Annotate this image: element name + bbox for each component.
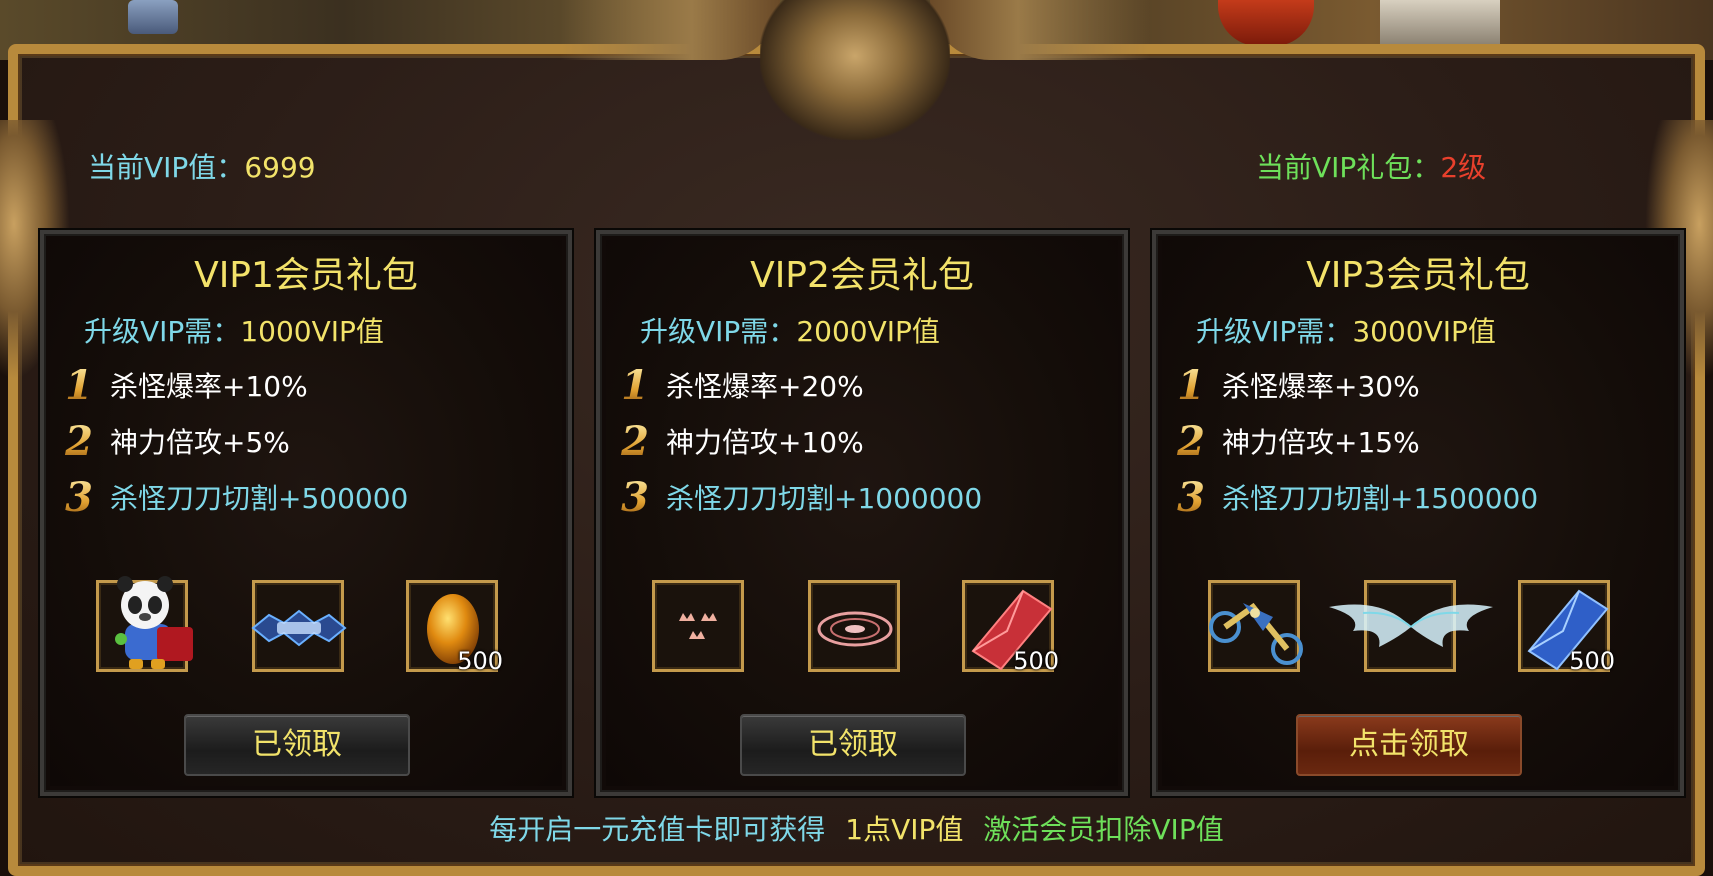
requirement-value: 1000VIP值: [240, 315, 384, 348]
benefit-number: 3: [621, 473, 649, 521]
benefit-item: 1 杀怪爆率+10%: [64, 361, 308, 409]
reward-items: 500: [652, 580, 1064, 676]
item-count: 500: [1013, 647, 1059, 675]
item-slot[interactable]: [808, 580, 900, 672]
benefit-text: 杀怪爆率+20%: [666, 370, 864, 403]
requirement-value: 2000VIP值: [796, 315, 940, 348]
current-vip-value: 当前VIP值：6999: [88, 146, 316, 186]
benefit-number: 1: [621, 361, 649, 409]
pagoda-roof: [1218, 0, 1314, 46]
benefit-item: 1 杀怪爆率+30%: [1176, 361, 1420, 409]
character-sprite: [128, 0, 178, 34]
vip-value-label: 当前VIP值：: [88, 151, 245, 184]
benefit-text: 神力倍攻+5%: [110, 426, 290, 459]
panda-pet-icon: [115, 576, 193, 669]
item-count: 500: [457, 647, 503, 675]
benefit-text: 杀怪刀刀切割+1000000: [666, 482, 983, 515]
benefit-item: 2 神力倍攻+10%: [620, 417, 864, 465]
vip1-pack-panel: VIP1会员礼包 升级VIP需：1000VIP值 1 杀怪爆率+10% 2 神力…: [40, 230, 572, 796]
vip3-pack-panel: VIP3会员礼包 升级VIP需：3000VIP值 1 杀怪爆率+30% 2 神力…: [1152, 230, 1684, 796]
current-gift-level: 当前VIP礼包：2级: [1256, 146, 1486, 186]
item-slot[interactable]: 500: [406, 580, 503, 675]
requirement-label: 升级VIP需：: [640, 315, 797, 348]
requirement-label: 升级VIP需：: [84, 315, 241, 348]
benefit-number: 1: [65, 361, 93, 409]
item-slot[interactable]: 500: [962, 580, 1059, 675]
benefit-item: 2 神力倍攻+5%: [64, 417, 290, 465]
reward-items: 500: [96, 576, 508, 676]
benefit-text: 神力倍攻+10%: [666, 426, 864, 459]
reward-items: 500: [1208, 580, 1620, 676]
item-slot[interactable]: [251, 580, 347, 672]
item-count: 500: [1569, 647, 1615, 675]
dragon-ornament-right-wing: [930, 0, 1150, 60]
claim-button[interactable]: 点击领取: [1296, 714, 1522, 776]
benefit-text: 杀怪刀刀切割+1500000: [1222, 482, 1539, 515]
crowns-icon: [679, 613, 717, 639]
footer-text-vip-point: 1点VIP值: [845, 813, 964, 846]
item-slot[interactable]: 500: [1518, 580, 1615, 675]
benefit-number: 2: [1177, 417, 1205, 465]
item-slot[interactable]: [96, 576, 193, 672]
benefit-number: 3: [1177, 473, 1205, 521]
gift-level-value: 2级: [1440, 151, 1487, 184]
magic-circle-icon: [817, 611, 893, 647]
benefit-item: 1 杀怪爆率+20%: [620, 361, 864, 409]
requirement-label: 升级VIP需：: [1196, 315, 1353, 348]
gate-building: [1380, 0, 1500, 46]
angel-wings-icon: [1329, 604, 1493, 647]
pack-requirement: 升级VIP需：3000VIP值: [1196, 310, 1496, 350]
benefit-item: 3 杀怪刀刀切割+1500000: [1176, 473, 1539, 521]
pack-requirement: 升级VIP需：2000VIP值: [640, 310, 940, 350]
benefit-text: 杀怪刀刀切割+500000: [110, 482, 409, 515]
benefit-number: 1: [1177, 361, 1205, 409]
benefit-text: 杀怪爆率+30%: [1222, 370, 1420, 403]
pack-requirement: 升级VIP需：1000VIP值: [84, 310, 384, 350]
dragon-head-icon: [760, 0, 950, 140]
benefit-number: 2: [65, 417, 93, 465]
benefit-number: 3: [65, 473, 93, 521]
benefit-text: 神力倍攻+15%: [1222, 426, 1420, 459]
dragon-ornament-left-wing: [560, 0, 780, 60]
claimed-button[interactable]: 已领取: [740, 714, 966, 776]
pack-title: VIP3会员礼包: [1306, 255, 1530, 296]
benefit-text: 杀怪爆率+10%: [110, 370, 308, 403]
pack-title: VIP1会员礼包: [194, 255, 418, 296]
benefit-item: 3 杀怪刀刀切割+500000: [64, 473, 409, 521]
footer-text-deduct: 激活会员扣除VIP值: [983, 813, 1224, 846]
footer-text-recharge: 每开启一元充值卡即可获得: [489, 813, 826, 846]
requirement-value: 3000VIP值: [1352, 315, 1496, 348]
item-slot[interactable]: [652, 580, 744, 672]
pack-title: VIP2会员礼包: [750, 255, 974, 296]
vip-value-number: 6999: [244, 151, 316, 184]
item-slot[interactable]: [1329, 580, 1493, 672]
benefit-item: 2 神力倍攻+15%: [1176, 417, 1420, 465]
title-badge-icon: [251, 609, 347, 647]
item-slot[interactable]: [1208, 580, 1303, 672]
motorcycle-mount-icon: [1209, 602, 1303, 665]
gift-level-label: 当前VIP礼包：: [1256, 151, 1441, 184]
claimed-button[interactable]: 已领取: [184, 714, 410, 776]
benefit-number: 2: [621, 417, 649, 465]
benefit-item: 3 杀怪刀刀切割+1000000: [620, 473, 983, 521]
footer-note: 每开启一元充值卡即可获得 1点VIP值 激活会员扣除VIP值: [0, 808, 1713, 848]
vip2-pack-panel: VIP2会员礼包 升级VIP需：2000VIP值 1 杀怪爆率+20% 2 神力…: [596, 230, 1128, 796]
